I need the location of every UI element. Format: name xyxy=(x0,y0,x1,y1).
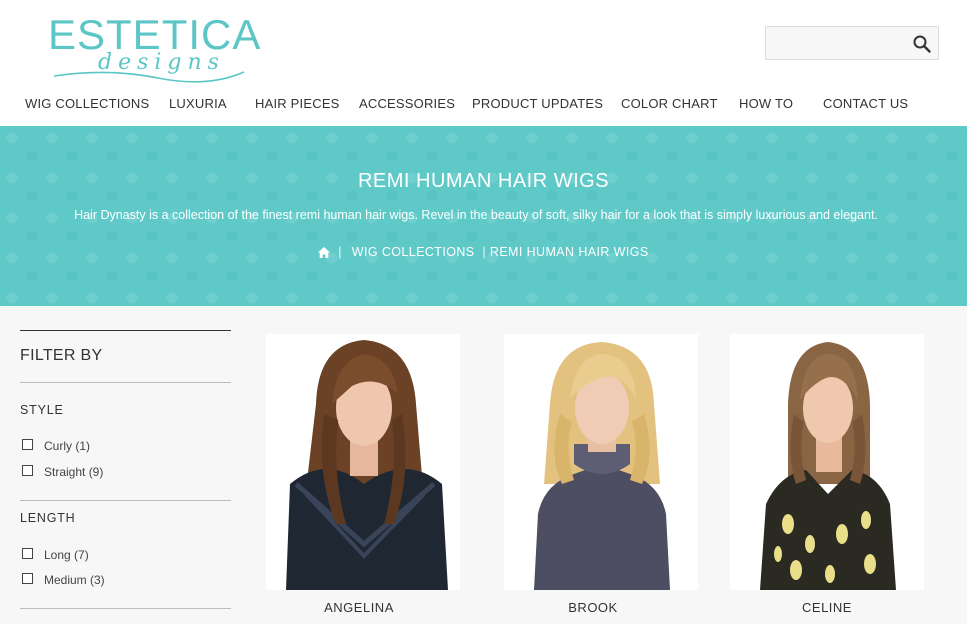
breadcrumb-separator: | xyxy=(338,244,342,259)
breadcrumb-home[interactable] xyxy=(318,245,331,259)
breadcrumb-item-current[interactable]: REMI HUMAN HAIR WIGS xyxy=(490,245,649,259)
nav-item-hair-pieces[interactable]: HAIR PIECES xyxy=(255,96,340,111)
product-card-angelina[interactable] xyxy=(266,334,460,590)
breadcrumb: | WIG COLLECTIONS | REMI HUMAN HAIR WIGS xyxy=(0,244,967,259)
divider xyxy=(20,330,231,331)
main-content: FILTER BY STYLE Curly (1) Straight (9) L… xyxy=(0,306,967,624)
nav-item-accessories[interactable]: ACCESSORIES xyxy=(359,96,455,111)
divider xyxy=(20,608,231,609)
product-name[interactable]: CELINE xyxy=(730,600,924,615)
product-image[interactable] xyxy=(504,334,698,590)
category-description: Hair Dynasty is a collection of the fine… xyxy=(74,208,878,222)
filter-option-label: Medium (3) xyxy=(44,573,105,587)
main-nav: WIG COLLECTIONS LUXURIA HAIR PIECES ACCE… xyxy=(0,96,967,116)
divider xyxy=(20,382,231,383)
home-icon[interactable] xyxy=(318,246,331,258)
checkbox[interactable] xyxy=(22,573,33,584)
brand-logo[interactable]: ESTETICA designs xyxy=(48,12,260,83)
nav-item-wig-collections[interactable]: WIG COLLECTIONS xyxy=(25,96,149,111)
site-header: ESTETICA designs WIG COLLECTIONS LUXURIA… xyxy=(0,0,967,126)
checkbox[interactable] xyxy=(22,548,33,559)
search-icon[interactable] xyxy=(912,34,932,54)
product-card-brook[interactable] xyxy=(504,334,698,590)
checkbox[interactable] xyxy=(22,439,33,450)
filter-option-label: Long (7) xyxy=(44,548,89,562)
product-card-celine[interactable] xyxy=(730,334,924,590)
search-input[interactable] xyxy=(770,31,914,57)
page-title: REMI HUMAN HAIR WIGS xyxy=(357,170,610,192)
filter-option-label: Curly (1) xyxy=(44,439,91,453)
breadcrumb-item-wig-collections[interactable]: WIG COLLECTIONS xyxy=(352,245,475,259)
filter-group-length-title: LENGTH xyxy=(20,511,76,525)
checkbox[interactable] xyxy=(22,465,33,476)
nav-item-product-updates[interactable]: PRODUCT UPDATES xyxy=(472,96,603,111)
nav-item-contact-us[interactable]: CONTACT US xyxy=(823,96,908,111)
category-banner: REMI HUMAN HAIR WIGS Hair Dynasty is a c… xyxy=(0,126,967,306)
filter-group-style-title: STYLE xyxy=(20,403,64,417)
search-box xyxy=(765,26,939,60)
product-name[interactable]: ANGELINA xyxy=(262,600,456,615)
brand-tagline: designs xyxy=(98,50,225,75)
breadcrumb-separator: | xyxy=(482,244,487,259)
product-image[interactable] xyxy=(266,334,460,590)
nav-item-how-to[interactable]: HOW TO xyxy=(739,96,793,111)
divider xyxy=(20,500,231,501)
filter-title: FILTER BY xyxy=(20,347,103,364)
filter-option-label: Straight (9) xyxy=(44,465,104,479)
product-name[interactable]: BROOK xyxy=(496,600,690,615)
nav-item-luxuria[interactable]: LUXURIA xyxy=(169,96,227,111)
nav-item-color-chart[interactable]: COLOR CHART xyxy=(621,96,718,111)
product-image[interactable] xyxy=(730,334,924,590)
